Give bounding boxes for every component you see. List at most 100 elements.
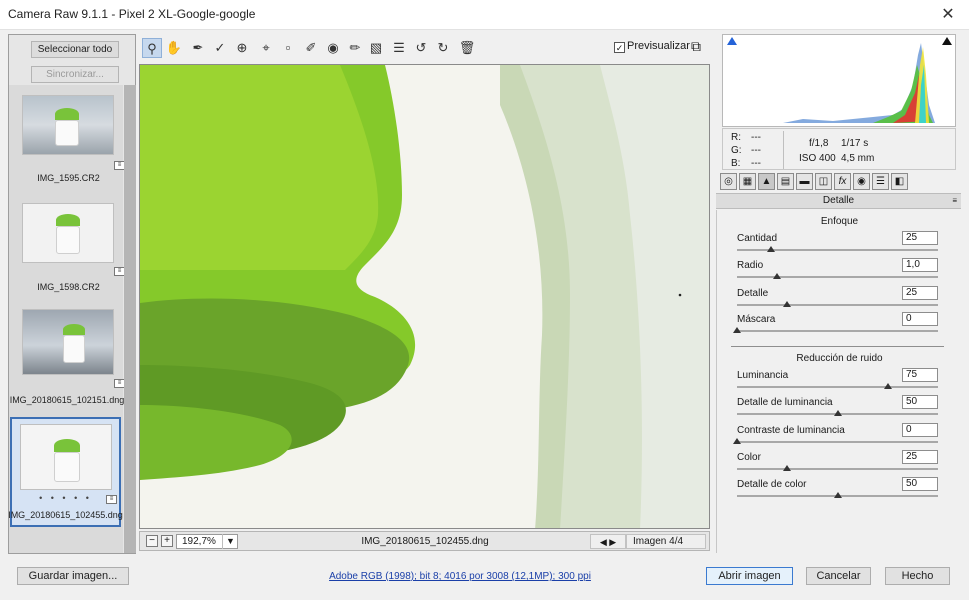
color-sampler-icon[interactable]: ✓ [210, 38, 230, 58]
preview-toggle[interactable]: ✓ Previsualizar [614, 40, 690, 53]
slider-thumb[interactable] [783, 465, 792, 471]
presets-tab-icon[interactable]: ☰ [872, 173, 889, 190]
shutter-value: 1/17 s [841, 138, 869, 149]
zoom-in-button[interactable]: + [161, 535, 173, 547]
title-bar: Camera Raw 9.1.1 - Pixel 2 XL-Google-goo… [0, 0, 969, 30]
white-balance-icon[interactable]: ✒ [188, 38, 208, 58]
open-image-button[interactable]: Abrir imagen [706, 567, 793, 585]
slider-label: Detalle de color [737, 479, 807, 490]
slider-thumb[interactable] [773, 273, 782, 279]
workflow-options-link[interactable]: Adobe RGB (1998); bit 8; 4016 por 3008 (… [325, 571, 595, 582]
slider-track[interactable] [737, 273, 938, 279]
done-button[interactable]: Hecho [885, 567, 950, 585]
slider-value-input[interactable]: 50 [902, 395, 938, 409]
r-label: R: [731, 132, 741, 143]
filmstrip-item-selected[interactable]: • • • • • ≡ IMG_20180615_102455.dng [8, 417, 123, 527]
thumbnail-image [22, 95, 114, 155]
slider-value-input[interactable]: 25 [902, 286, 938, 300]
hand-tool-icon[interactable]: ✋ [164, 38, 184, 58]
slider-track[interactable] [737, 383, 938, 389]
filmstrip-scrollbar[interactable] [124, 85, 136, 553]
slider-track[interactable] [737, 410, 938, 416]
effects-tab-icon[interactable]: fx [834, 173, 851, 190]
slider-label: Detalle de luminancia [737, 397, 833, 408]
trash-icon[interactable]: 🗑 [457, 38, 477, 58]
slider-track[interactable] [733, 327, 938, 333]
filmstrip-item[interactable]: ≡ IMG_1595.CR2 [11, 91, 125, 183]
thumbnail-image [22, 309, 114, 375]
panel-header: Detalle ≡ [716, 193, 961, 209]
crop-icon[interactable]: ⌖ [256, 38, 276, 58]
info-readout: R: --- G: --- B: --- f/1,8 1/17 s ISO 40… [722, 128, 956, 170]
rating-stars[interactable]: • • • • • [12, 493, 119, 503]
preview-checkbox[interactable]: ✓ [614, 42, 625, 53]
hsl-tab-icon[interactable]: ▤ [777, 173, 794, 190]
slider-value-input[interactable]: 75 [902, 368, 938, 382]
rotate-left-icon[interactable]: ↺ [411, 38, 431, 58]
close-icon[interactable]: ✕ [937, 4, 959, 24]
fullscreen-icon[interactable]: ⧉ [686, 38, 706, 56]
slider-value-input[interactable]: 25 [902, 231, 938, 245]
basic-tab-icon[interactable]: ◎ [720, 173, 737, 190]
filmstrip-item[interactable]: ≡ IMG_20180615_102151.dng [10, 303, 125, 405]
slider-value-input[interactable]: 50 [902, 477, 938, 491]
camera-calibration-tab-icon[interactable]: ◉ [853, 173, 870, 190]
slider-value-input[interactable]: 1,0 [902, 258, 938, 272]
slider-track[interactable] [737, 465, 938, 471]
zoom-value: 192,7% [182, 536, 216, 547]
save-image-button[interactable]: Guardar imagen... [17, 567, 129, 585]
slider-track[interactable] [737, 492, 938, 498]
slider-thumb[interactable] [767, 246, 776, 252]
chevron-down-icon[interactable]: ▼ [222, 534, 238, 549]
slider-track[interactable] [737, 246, 938, 252]
detail-tab-icon[interactable]: ▲ [758, 173, 775, 190]
spot-removal-icon[interactable]: ✐ [301, 38, 321, 58]
slider-label: Luminancia [737, 370, 789, 381]
slider-thumb[interactable] [733, 438, 741, 444]
preferences-icon[interactable]: ☰ [389, 38, 409, 58]
filmstrip-item[interactable]: ≡ IMG_1598.CR2 [11, 195, 125, 292]
select-all-button[interactable]: Seleccionar todo [31, 41, 119, 58]
zoom-out-button[interactable]: − [146, 535, 158, 547]
sharpening-title: Enfoque [820, 216, 859, 227]
lens-tab-icon[interactable]: ◫ [815, 173, 832, 190]
snapshots-tab-icon[interactable]: ◧ [891, 173, 908, 190]
panel-menu-icon[interactable]: ≡ [952, 194, 957, 208]
prev-next-image-buttons[interactable]: ◀ ▶ [590, 534, 626, 549]
red-eye-icon[interactable]: ◉ [323, 38, 343, 58]
straighten-icon[interactable]: ▫ [278, 38, 298, 58]
g-value: --- [751, 145, 761, 156]
slider-thumb[interactable] [883, 383, 892, 389]
targeted-adjust-icon[interactable]: ⊕ [232, 38, 252, 58]
slider-thumb[interactable] [833, 410, 842, 416]
adjustment-brush-icon[interactable]: ✏ [345, 38, 365, 58]
panel-tabs: ◎ ▦ ▲ ▤ ▬ ◫ fx ◉ ☰ ◧ [718, 172, 960, 192]
preview-label: Previsualizar [627, 40, 690, 52]
image-canvas[interactable] [139, 64, 710, 529]
cancel-button[interactable]: Cancelar [806, 567, 871, 585]
split-toning-tab-icon[interactable]: ▬ [796, 173, 813, 190]
canvas-status-bar: − + 192,7% ▼ IMG_20180615_102455.dng ◀ ▶… [139, 531, 710, 551]
tone-curve-tab-icon[interactable]: ▦ [739, 173, 756, 190]
detail-panel: Enfoque Cantidad 25 Radio 1,0 Detalle 25… [716, 210, 961, 553]
slider-track[interactable] [733, 438, 938, 444]
slider-thumb[interactable] [733, 327, 741, 333]
rotate-right-icon[interactable]: ↻ [433, 38, 453, 58]
zoom-tool-icon[interactable]: ⚲ [142, 38, 162, 58]
focal-value: 4,5 mm [841, 153, 875, 164]
slider-value-input[interactable]: 0 [902, 423, 938, 437]
graduated-filter-icon[interactable]: ▧ [366, 38, 386, 58]
sync-button[interactable]: Sincronizar... [31, 66, 119, 83]
panel-title: Detalle [822, 195, 855, 206]
slider-label: Detalle [737, 288, 769, 299]
slider-value-input[interactable]: 25 [902, 450, 938, 464]
image-counter: Imagen 4/4 [626, 534, 706, 549]
slider-value-input[interactable]: 0 [902, 312, 938, 326]
slider-thumb[interactable] [783, 301, 792, 307]
slider-label: Color [737, 452, 761, 463]
iso-value: ISO 400 [799, 153, 836, 164]
aperture-value: f/1,8 [809, 138, 829, 149]
slider-track[interactable] [737, 301, 938, 307]
g-label: G: [731, 145, 742, 156]
slider-thumb[interactable] [833, 492, 842, 498]
